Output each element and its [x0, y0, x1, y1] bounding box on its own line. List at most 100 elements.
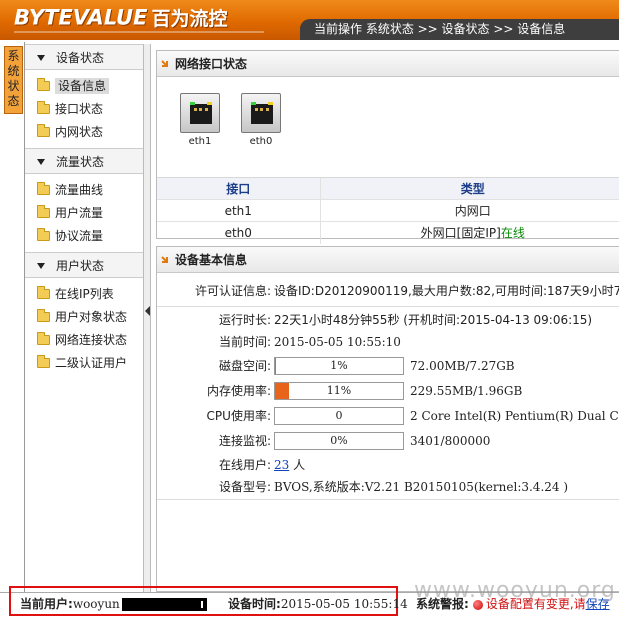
- uptime-row: 运行时长: 22天1小时48分钟55秒 (开机时间:2015-04-13 09:…: [157, 309, 619, 331]
- tab-system-status[interactable]: 系 统 状 态: [4, 46, 23, 114]
- online-users-value: 23 人: [274, 454, 305, 476]
- folder-icon: [37, 308, 50, 322]
- app-header: BYTEVALUE 百为流控 当前操作 系统状态 >> 设备状态 >> 设备信息: [0, 0, 619, 40]
- arrow-down-right-icon: [161, 256, 168, 263]
- device-time-label: 设备时间:: [228, 597, 281, 611]
- device-time-value: 2015-05-05 10:55:14: [280, 597, 408, 611]
- logo-text-en: BYTEVALUE: [14, 5, 148, 30]
- sidebar-item-label: 二级认证用户: [55, 356, 128, 370]
- alarm-dot-icon: [472, 599, 483, 610]
- sidebar-item-secondary-auth-users[interactable]: 二级认证用户: [25, 352, 143, 375]
- sidebar-item-user-object-status[interactable]: 用户对象状态: [25, 306, 143, 329]
- tab-char: 状: [7, 79, 20, 93]
- sidebar-collapse-bar[interactable]: [143, 44, 151, 592]
- divider: [157, 306, 619, 307]
- cpu-percent: 0: [335, 409, 343, 422]
- connection-row: 连接监视: 0% 3401/800000: [157, 430, 619, 452]
- folder-icon: [37, 123, 50, 137]
- disk-row: 磁盘空间: 1% 72.00MB/7.27GB: [157, 355, 619, 377]
- sidebar-item-protocol-traffic[interactable]: 协议流量: [25, 225, 143, 248]
- ethernet-port-icon: [180, 93, 220, 133]
- memory-row: 内存使用率: 11% 229.55MB/1.96GB: [157, 380, 619, 402]
- collapse-left-icon[interactable]: [145, 306, 150, 316]
- sidebar-group-traffic-status[interactable]: 流量状态: [25, 148, 143, 174]
- folder-icon: [37, 285, 50, 299]
- cpu-label: CPU使用率:: [206, 409, 271, 423]
- sidebar-item-online-ip-list[interactable]: 在线IP列表: [25, 283, 143, 306]
- sidebar-item-label: 用户流量: [55, 206, 104, 220]
- cell-interface: eth0: [157, 221, 320, 244]
- online-users-unit: 人: [289, 458, 306, 472]
- sidebar-item-label: 网络连接状态: [55, 333, 128, 347]
- sidebar-item-label: 内网状态: [55, 125, 104, 139]
- cpu-row: CPU使用率: 0 2 Core Intel(R) Pentium(R) Dua…: [157, 405, 619, 427]
- disk-label: 磁盘空间:: [218, 359, 271, 373]
- model-row: 设备型号: BVOS,系统版本:V2.21 B20150105(kernel:3…: [157, 476, 619, 498]
- logo: BYTEVALUE 百为流控: [14, 4, 228, 31]
- disk-percent: 1%: [330, 359, 348, 372]
- folder-icon: [37, 77, 50, 91]
- status-online: 在线: [500, 226, 525, 241]
- folder-icon: [37, 227, 50, 241]
- memory-percent: 11%: [326, 384, 352, 397]
- group-title: 设备状态: [56, 51, 105, 65]
- sidebar-item-lan-status[interactable]: 内网状态: [25, 121, 143, 144]
- sidebar-item-connection-status[interactable]: 网络连接状态: [25, 329, 143, 352]
- port-icons: eth1 eth0: [157, 77, 619, 177]
- sidebar-item-interface-status[interactable]: 接口状态: [25, 98, 143, 121]
- sidebar-item-label: 接口状态: [55, 102, 104, 116]
- folder-icon: [37, 354, 50, 368]
- divider: [157, 499, 619, 500]
- sidebar-item-traffic-curve[interactable]: 流量曲线: [25, 179, 143, 202]
- port-eth0[interactable]: eth0: [241, 93, 281, 147]
- group-title: 流量状态: [56, 155, 105, 169]
- license-row: 许可认证信息: 设备ID:D20120900119,最大用户数:82,可用时间:…: [157, 280, 619, 302]
- sidebar-item-label: 流量曲线: [55, 183, 104, 197]
- interfaces-panel-title: 网络接口状态: [157, 51, 619, 77]
- tab-char: 统: [7, 64, 20, 78]
- cell-interface: eth1: [157, 199, 320, 222]
- online-users-link[interactable]: 23: [274, 458, 289, 472]
- folder-icon: [37, 331, 50, 345]
- ethernet-port-icon: [241, 93, 281, 133]
- tab-char: 系: [7, 49, 20, 63]
- folder-icon: [37, 204, 50, 218]
- port-label: eth0: [249, 136, 273, 147]
- folder-icon: [37, 100, 50, 114]
- uptime-label: 运行时长:: [218, 313, 271, 327]
- table-header-row: 接口 类型: [157, 177, 619, 200]
- port-eth1[interactable]: eth1: [180, 93, 220, 147]
- redaction-block: [121, 598, 207, 611]
- sidebar-item-device-info[interactable]: 设备信息: [25, 75, 143, 98]
- connection-label: 连接监视:: [218, 434, 271, 448]
- cpu-meta: 2 Core Intel(R) Pentium(R) Dual CPU E21: [410, 409, 619, 423]
- system-alarm-label: 系统警报:: [416, 597, 469, 611]
- type-text: 外网口[固定IP]: [420, 226, 501, 241]
- current-time-row: 当前时间: 2015-05-05 10:55:10: [157, 331, 619, 353]
- device-time: 设备时间:2015-05-05 10:55:14: [228, 595, 408, 612]
- interfaces-panel: 网络接口状态 eth1 eth0 接口 类型 eth1 内网口 eth0 外网口…: [156, 50, 619, 244]
- model-label: 设备型号:: [218, 480, 271, 494]
- device-info-panel-title: 设备基本信息: [157, 247, 619, 273]
- license-value: 设备ID:D20120900119,最大用户数:82,可用时间:187天9小时7…: [274, 284, 619, 298]
- sidebar-group-user-status[interactable]: 用户状态: [25, 252, 143, 278]
- sidebar: 设备状态 设备信息 接口状态 内网状态 流量状态 流量曲线 用户流量 协议流量 …: [25, 44, 143, 592]
- type-text: 内网口: [454, 204, 491, 218]
- disk-usage-bar: 1%: [274, 357, 404, 375]
- logo-text-cn: 百为流控: [151, 8, 228, 30]
- table-row: eth1 内网口: [157, 199, 619, 222]
- memory-meta: 229.55MB/1.96GB: [410, 384, 523, 398]
- sidebar-item-label: 设备信息: [55, 78, 110, 94]
- save-link[interactable]: 保存: [586, 597, 610, 611]
- sidebar-item-user-traffic[interactable]: 用户流量: [25, 202, 143, 225]
- sidebar-group-device-status[interactable]: 设备状态: [25, 44, 143, 70]
- device-info-panel: 设备基本信息 许可认证信息: 设备ID:D20120900119,最大用户数:8…: [156, 246, 619, 592]
- folder-icon: [37, 181, 50, 195]
- disk-meta: 72.00MB/7.27GB: [410, 359, 515, 373]
- sidebar-item-label: 用户对象状态: [55, 310, 128, 324]
- current-time-label: 当前时间:: [218, 335, 271, 349]
- cpu-usage-bar: 0: [274, 407, 404, 425]
- connection-usage-bar: 0%: [274, 432, 404, 450]
- online-users-row: 在线用户: 23 人: [157, 454, 619, 476]
- interfaces-table: 接口 类型 eth1 内网口 eth0 外网口[固定IP]在线: [157, 177, 619, 244]
